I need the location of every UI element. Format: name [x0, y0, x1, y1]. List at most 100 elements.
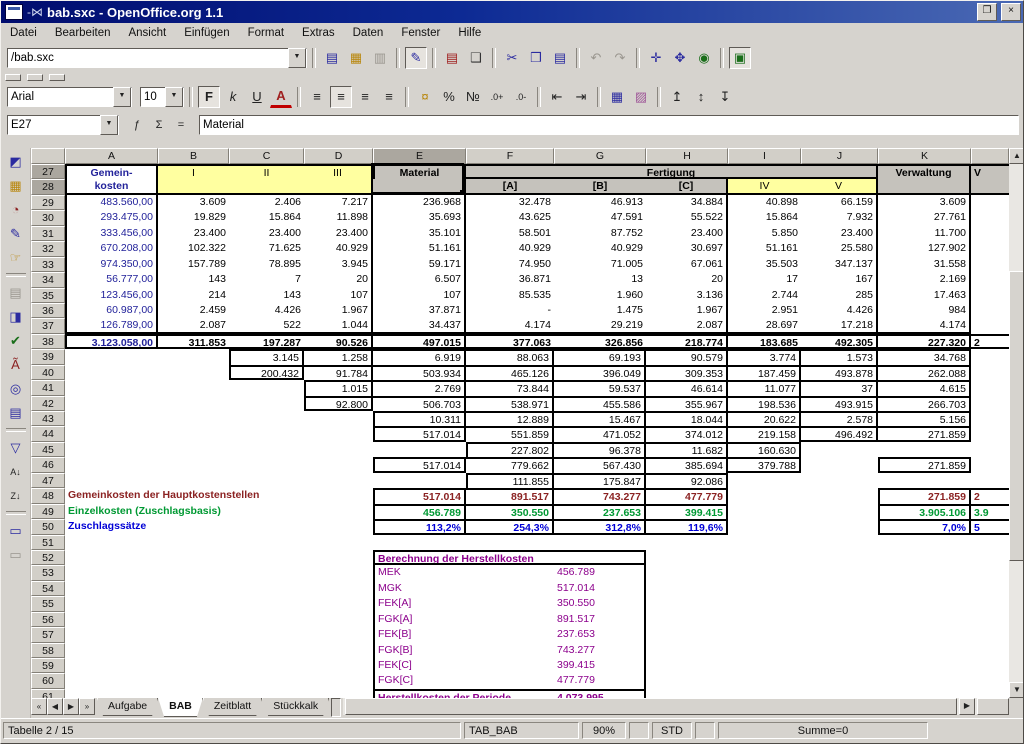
cell-G41[interactable]: 59.537 [554, 380, 646, 395]
cell-J42[interactable]: 493.915 [801, 396, 878, 411]
cell-B35[interactable]: 214 [158, 288, 229, 303]
row-header-37[interactable]: 37 [31, 318, 65, 333]
cell-B33[interactable]: 157.789 [158, 257, 229, 272]
cell-F40[interactable]: 465.126 [466, 365, 554, 380]
spellcheck-icon[interactable]: ✔ [4, 329, 28, 352]
cell-I34[interactable]: 17 [728, 272, 801, 287]
font-size-input[interactable] [141, 89, 165, 105]
cell-I29[interactable]: 40.898 [728, 195, 801, 210]
font-name-input[interactable] [8, 89, 113, 105]
cell-H50[interactable]: 119,6% [646, 519, 728, 534]
column-header-A[interactable]: A [65, 148, 158, 164]
row-header-50[interactable]: 50 [31, 519, 65, 534]
restore-button[interactable]: ❐ [977, 3, 997, 21]
cell-I28[interactable]: IV [728, 179, 801, 194]
cell-H32[interactable]: 30.697 [646, 241, 728, 256]
cell-J28[interactable]: V [801, 179, 878, 194]
cell-F28[interactable]: [A] [466, 179, 554, 194]
sheet-tab-stückkalk[interactable]: Stückkalk [262, 698, 329, 716]
row-header-61[interactable]: 61 [31, 689, 65, 698]
cell-F35[interactable]: 85.535 [466, 288, 554, 303]
cell-L49[interactable]: 3.9 [971, 504, 1009, 519]
autofilter-icon[interactable]: ▽ [4, 436, 28, 459]
url-combo[interactable]: ▼ [7, 48, 307, 68]
cell-K48[interactable]: 271.859 [878, 488, 971, 503]
cell-G42[interactable]: 455.586 [554, 396, 646, 411]
cell-E28[interactable] [373, 179, 466, 194]
autoformat-icon[interactable]: ◨ [4, 305, 28, 328]
cell-D31[interactable]: 23.400 [304, 226, 373, 241]
cell-D29[interactable]: 7.217 [304, 195, 373, 210]
cell-G32[interactable]: 40.929 [554, 241, 646, 256]
row-header-30[interactable]: 30 [31, 210, 65, 225]
cell-F30[interactable]: 43.625 [466, 210, 554, 225]
cell-J44[interactable]: 496.492 [801, 426, 878, 441]
cell-J37[interactable]: 17.218 [801, 318, 878, 333]
cell-F33[interactable]: 74.950 [466, 257, 554, 272]
cell-G36[interactable]: 1.475 [554, 303, 646, 318]
cell-E46[interactable]: 517.014 [373, 457, 466, 472]
cell-E49[interactable]: 456.789 [373, 504, 466, 519]
row-header-34[interactable]: 34 [31, 272, 65, 287]
align-left-icon[interactable]: ≡ [306, 86, 328, 108]
cell-K39[interactable]: 34.768 [878, 349, 971, 364]
cell-K42[interactable]: 266.703 [878, 396, 971, 411]
horizontal-scroll-thumb[interactable] [345, 698, 957, 715]
cell-F37[interactable]: 4.174 [466, 318, 554, 333]
cell-K41[interactable]: 4.615 [878, 380, 971, 395]
cell-D37[interactable]: 1.044 [304, 318, 373, 333]
cell-H35[interactable]: 3.136 [646, 288, 728, 303]
cell-L38[interactable]: 2 [971, 334, 1009, 349]
cell-H38[interactable]: 218.774 [646, 334, 728, 349]
cell-G55[interactable]: 350.550 [554, 596, 646, 611]
cell-G58[interactable]: 743.277 [554, 643, 646, 658]
cell-G43[interactable]: 15.467 [554, 411, 646, 426]
cell-I37[interactable]: 28.697 [728, 318, 801, 333]
cell-G59[interactable]: 399.415 [554, 658, 646, 673]
align-center-icon[interactable]: ≡ [330, 86, 352, 108]
cell-K33[interactable]: 31.558 [878, 257, 971, 272]
align-bottom-icon[interactable]: ↧ [714, 86, 736, 108]
select-all-corner[interactable] [31, 148, 65, 164]
justify-icon[interactable]: ≡ [378, 86, 400, 108]
cell-E34[interactable]: 6.507 [373, 272, 466, 287]
cell-H43[interactable]: 18.044 [646, 411, 728, 426]
close-button[interactable]: × [1001, 3, 1021, 21]
cell-E30[interactable]: 35.693 [373, 210, 466, 225]
font-size-combo[interactable]: ▼ [140, 87, 184, 107]
font-size-dropdown-icon[interactable]: ▼ [165, 87, 183, 107]
cell-G33[interactable]: 71.005 [554, 257, 646, 272]
menu-extras[interactable]: Extras [293, 24, 344, 43]
row-header-33[interactable]: 33 [31, 257, 65, 272]
number-format-currency-icon[interactable]: ¤ [414, 86, 436, 108]
cell-F32[interactable]: 40.929 [466, 241, 554, 256]
autospellcheck-icon[interactable]: Ã [4, 353, 28, 376]
row-header-60[interactable]: 60 [31, 673, 65, 688]
sort-ascending-icon[interactable]: A↓ [4, 460, 28, 483]
cell-C33[interactable]: 78.895 [229, 257, 304, 272]
cell-I38[interactable]: 183.685 [728, 334, 801, 349]
menu-datei[interactable]: Datei [1, 24, 46, 43]
zoom-indicator[interactable]: 90% [582, 722, 626, 739]
decrease-indent-icon[interactable]: ⇤ [546, 86, 568, 108]
cell-J41[interactable]: 37 [801, 380, 878, 395]
cell-J32[interactable]: 25.580 [801, 241, 878, 256]
cell-H44[interactable]: 374.012 [646, 426, 728, 441]
open-icon[interactable]: ▦ [345, 47, 367, 69]
cell-G31[interactable]: 87.752 [554, 226, 646, 241]
cell-A36[interactable]: 60.987,00 [65, 303, 158, 318]
cell-H47[interactable]: 92.086 [646, 473, 728, 488]
insert-object-icon[interactable]: ◩ [4, 150, 28, 173]
cell-A35[interactable]: 123.456,00 [65, 288, 158, 303]
cell-G60[interactable]: 477.779 [554, 673, 646, 688]
column-header-F[interactable]: F [466, 148, 554, 164]
cell-E53[interactable]: MEK [373, 565, 554, 580]
cell-E61[interactable]: Herstellkosten der Periode [373, 689, 554, 698]
cell-B30[interactable]: 19.829 [158, 210, 229, 225]
function-wizard-icon[interactable]: ƒ [127, 115, 147, 135]
navigator-icon[interactable]: ✛ [645, 47, 667, 69]
cell-G35[interactable]: 1.960 [554, 288, 646, 303]
cell-H46[interactable]: 385.694 [646, 457, 728, 472]
column-header-C[interactable]: C [229, 148, 304, 164]
column-header-E[interactable]: E [373, 148, 466, 164]
